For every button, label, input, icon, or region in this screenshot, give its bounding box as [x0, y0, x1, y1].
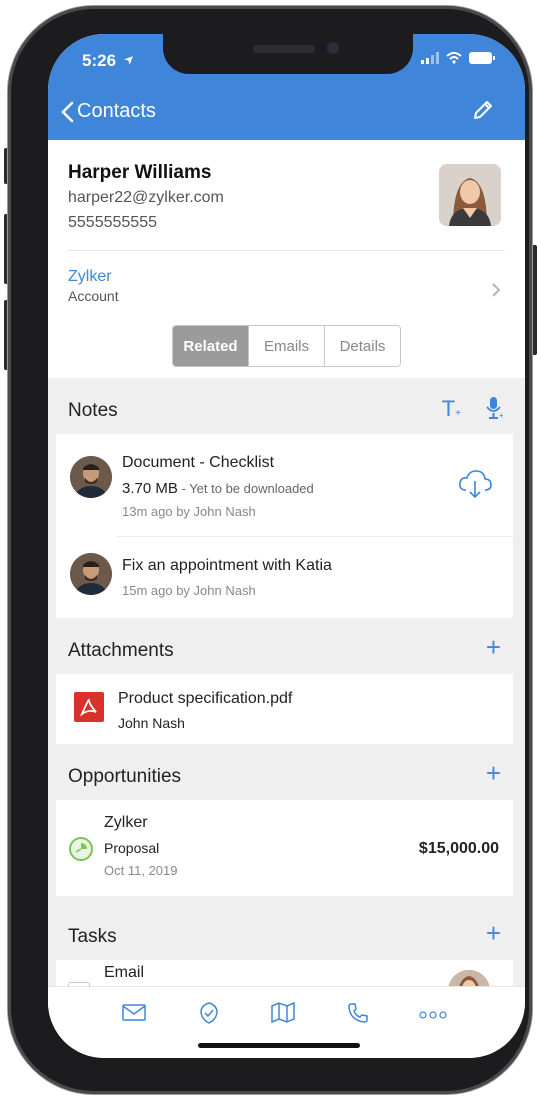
note-title: Fix an appointment with Katia: [122, 557, 332, 574]
tab-tasks[interactable]: [198, 1001, 220, 1030]
contact-header: Harper Williams harper22@zylker.com 5555…: [48, 140, 525, 378]
account-label: Account: [68, 288, 119, 304]
notes-section-header: Notes T+ +: [48, 378, 525, 434]
header-divider: [68, 250, 505, 251]
note-meta: 13m ago by John Nash: [122, 504, 256, 519]
attachments-section-header: Attachments +: [48, 618, 525, 674]
note-file-size: 3.70 MB: [122, 480, 178, 497]
envelope-icon: [122, 1004, 146, 1021]
stage-clock-icon: [69, 837, 93, 861]
account-chevron[interactable]: [491, 282, 501, 303]
contact-avatar[interactable]: [439, 164, 501, 226]
pencil-icon: [474, 101, 492, 119]
tab-map[interactable]: [270, 1001, 296, 1028]
opportunity-amount: $15,000.00: [418, 840, 499, 857]
download-button[interactable]: [457, 468, 493, 505]
author-photo: [70, 456, 112, 498]
text-note-icon: T: [441, 396, 456, 421]
status-time: 5:26: [82, 51, 134, 71]
opportunity-name: Zylker: [104, 814, 148, 831]
add-attachment-button[interactable]: +: [486, 634, 501, 660]
more-dots-icon: [419, 1011, 447, 1019]
segment-related[interactable]: Related: [173, 326, 248, 366]
cellular-signal-icon: [421, 52, 439, 64]
map-icon: [271, 1001, 295, 1024]
attachment-item[interactable]: Product specification.pdf John Nash: [56, 674, 513, 744]
note-title: Document - Checklist: [122, 454, 275, 471]
segment-details[interactable]: Details: [324, 326, 400, 366]
opportunity-item[interactable]: Zylker Proposal Oct 11, 2019 $15,000.00: [56, 800, 513, 896]
phone-icon: [348, 1003, 368, 1023]
notes-title: Notes: [68, 400, 118, 421]
task-owner-avatar: [448, 970, 490, 986]
add-task-button[interactable]: +: [486, 920, 501, 946]
speaker: [253, 45, 315, 53]
chevron-right-icon: [492, 283, 501, 297]
status-icons: [421, 52, 495, 64]
location-arrow-icon: [123, 56, 133, 65]
acrobat-logo: [79, 698, 97, 717]
opportunities-title: Opportunities: [68, 766, 182, 787]
opportunity-stage: Proposal: [104, 840, 160, 856]
opportunities-card: Zylker Proposal Oct 11, 2019 $15,000.00: [56, 800, 513, 896]
add-opportunity-button[interactable]: +: [486, 760, 501, 786]
tab-more[interactable]: [418, 1007, 448, 1025]
chevron-left-icon: [61, 101, 74, 122]
notes-card: Document - Checklist 3.70 MB - Yet to be…: [56, 434, 513, 618]
back-button[interactable]: Contacts: [60, 100, 156, 123]
segment-emails[interactable]: Emails: [248, 326, 324, 366]
attachments-card: Product specification.pdf John Nash: [56, 674, 513, 744]
pdf-icon: [74, 692, 104, 722]
svg-text:+: +: [499, 411, 503, 420]
text-note-plus-icon: +: [455, 408, 461, 419]
note-file-info: 3.70 MB - Yet to be downloaded: [122, 480, 314, 498]
tasks-section-header: Tasks +: [48, 896, 525, 952]
contact-email[interactable]: harper22@zylker.com: [68, 189, 224, 207]
notch: [163, 34, 413, 74]
note-meta: 15m ago by John Nash: [122, 583, 256, 598]
microphone-icon: +: [486, 397, 504, 420]
contact-photo: [439, 164, 501, 226]
task-item[interactable]: Email: [56, 960, 513, 986]
account-link[interactable]: Zylker: [68, 268, 112, 286]
author-photo: [70, 553, 112, 595]
tab-calls[interactable]: [346, 1001, 370, 1030]
note-file-status: - Yet to be downloaded: [177, 481, 314, 496]
view-segmented-control: Related Emails Details: [172, 325, 401, 367]
opportunity-date: Oct 11, 2019: [104, 863, 178, 878]
check-shield-icon: [200, 1002, 218, 1024]
note-author-avatar: [70, 456, 112, 498]
attachments-title: Attachments: [68, 640, 174, 661]
related-list: Notes T+ + Document - Checklist 3.70 MB …: [48, 378, 525, 986]
tasks-title: Tasks: [68, 926, 117, 947]
edit-button[interactable]: [471, 98, 495, 127]
note-author-avatar: [70, 553, 112, 595]
contact-name: Harper Williams: [68, 162, 212, 183]
app-screen: 5:26 Contacts Harper Williams harper22@z…: [48, 34, 525, 1058]
add-voice-note-button[interactable]: +: [485, 396, 504, 425]
tab-email[interactable]: [121, 1001, 147, 1028]
status-time-text: 5:26: [82, 51, 117, 70]
bottom-tab-bar: [48, 986, 525, 1058]
attachment-owner: John Nash: [118, 715, 185, 731]
stage-indicator: [68, 836, 94, 867]
opportunities-section-header: Opportunities +: [48, 744, 525, 800]
note-item[interactable]: Fix an appointment with Katia 15m ago by…: [56, 537, 513, 618]
add-text-note-button[interactable]: T+: [442, 396, 461, 422]
front-camera: [327, 42, 339, 54]
contact-phone[interactable]: 5555555555: [68, 214, 157, 232]
note-item[interactable]: Document - Checklist 3.70 MB - Yet to be…: [56, 434, 513, 536]
battery-icon: [469, 52, 495, 64]
attachment-name: Product specification.pdf: [118, 690, 293, 707]
back-label: Contacts: [77, 100, 156, 122]
task-title: Email: [104, 964, 145, 981]
cloud-download-icon: [459, 470, 492, 499]
home-indicator[interactable]: [198, 1043, 360, 1048]
owner-photo: [448, 970, 490, 986]
tasks-card: Email: [56, 960, 513, 986]
wifi-icon: [446, 52, 462, 64]
